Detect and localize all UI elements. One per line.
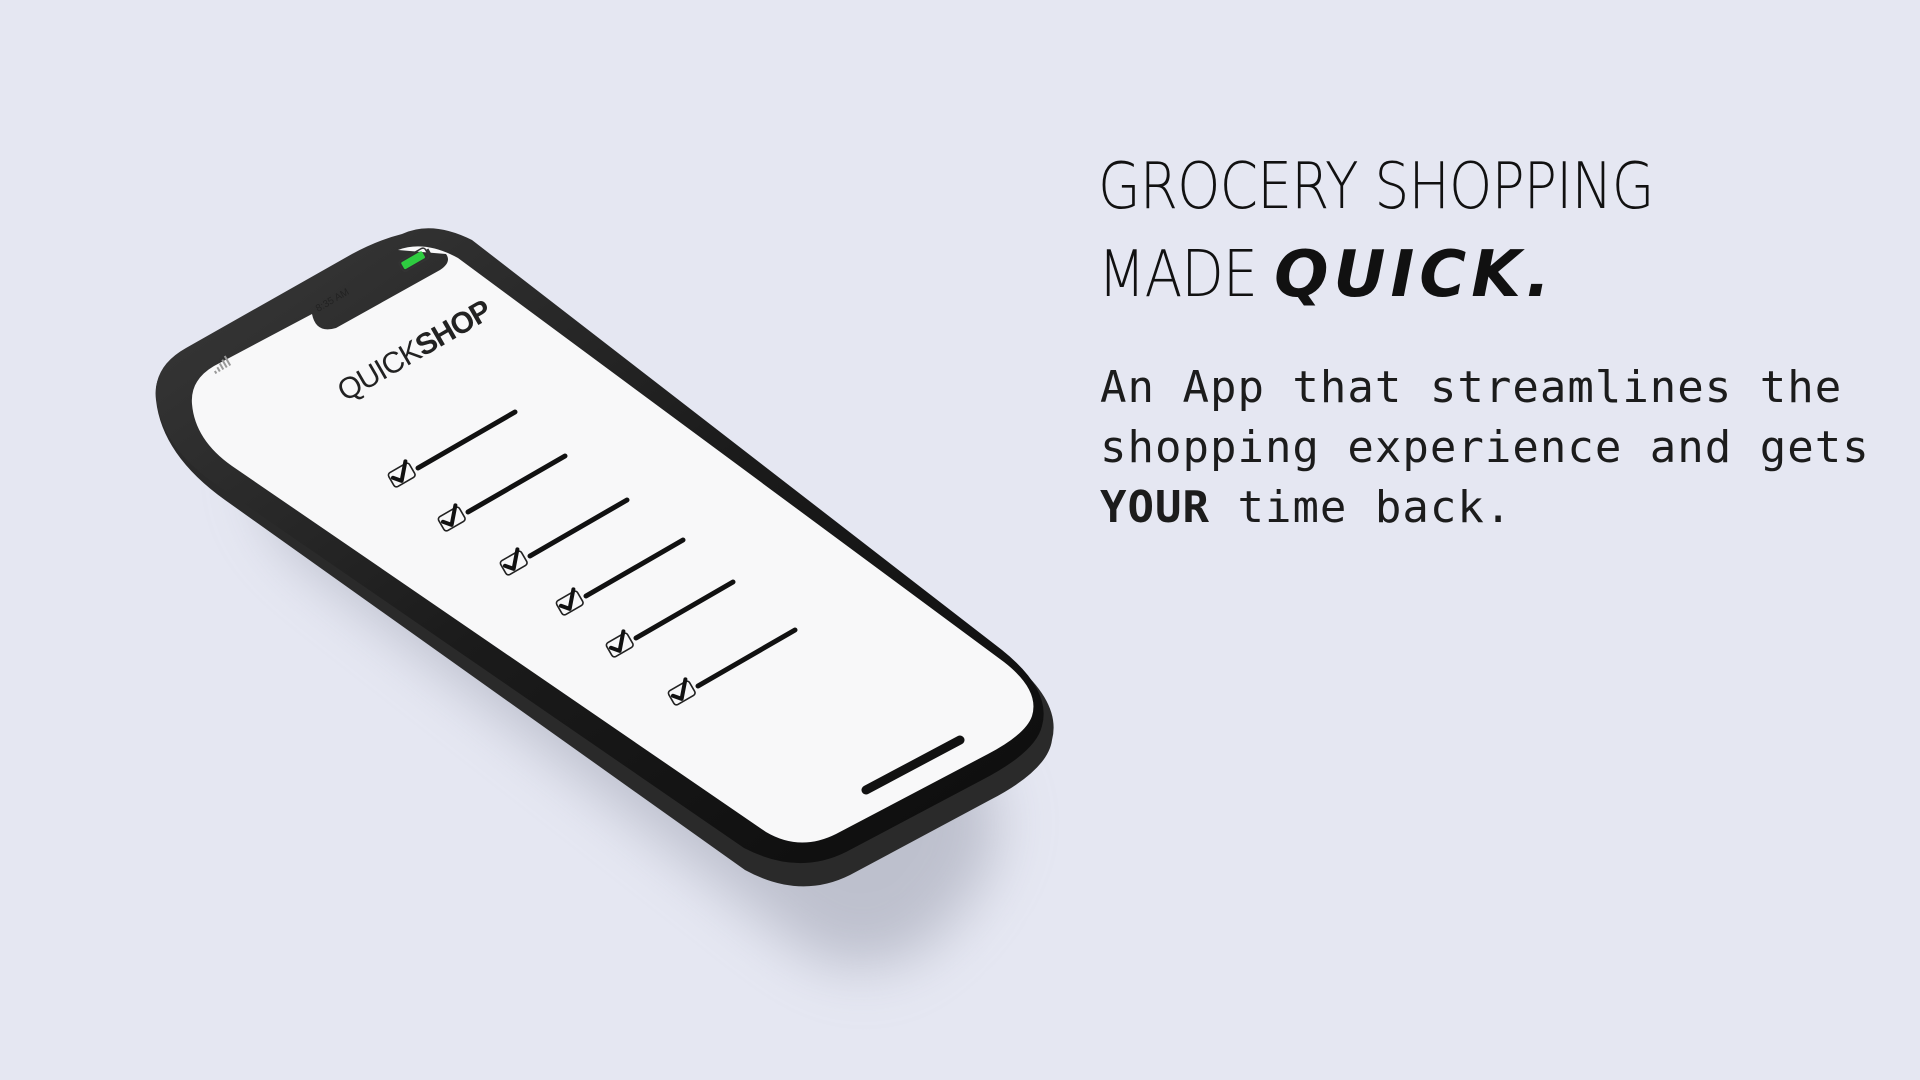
promo-banner: 8:35 AM QUICKSHOP GROCERY SHOPPING MADE … [0, 0, 1920, 1080]
headline-quick: QUICK. [1274, 238, 1556, 312]
tagline-rest: time back. [1209, 482, 1513, 533]
tagline: An App that streamlines the shopping exp… [1100, 358, 1900, 538]
headline-line-2: MADE QUICK. [1098, 238, 1555, 312]
headline-line-1: GROCERY SHOPPING [1098, 150, 1654, 224]
tagline-line-1: An App that streamlines the [1100, 362, 1843, 413]
tagline-your: YOUR [1100, 482, 1210, 533]
tagline-line-3: YOUR time back. [1100, 478, 1900, 538]
headline-made: MADE [1098, 238, 1258, 312]
tagline-line-2: shopping experience and gets [1100, 422, 1870, 473]
